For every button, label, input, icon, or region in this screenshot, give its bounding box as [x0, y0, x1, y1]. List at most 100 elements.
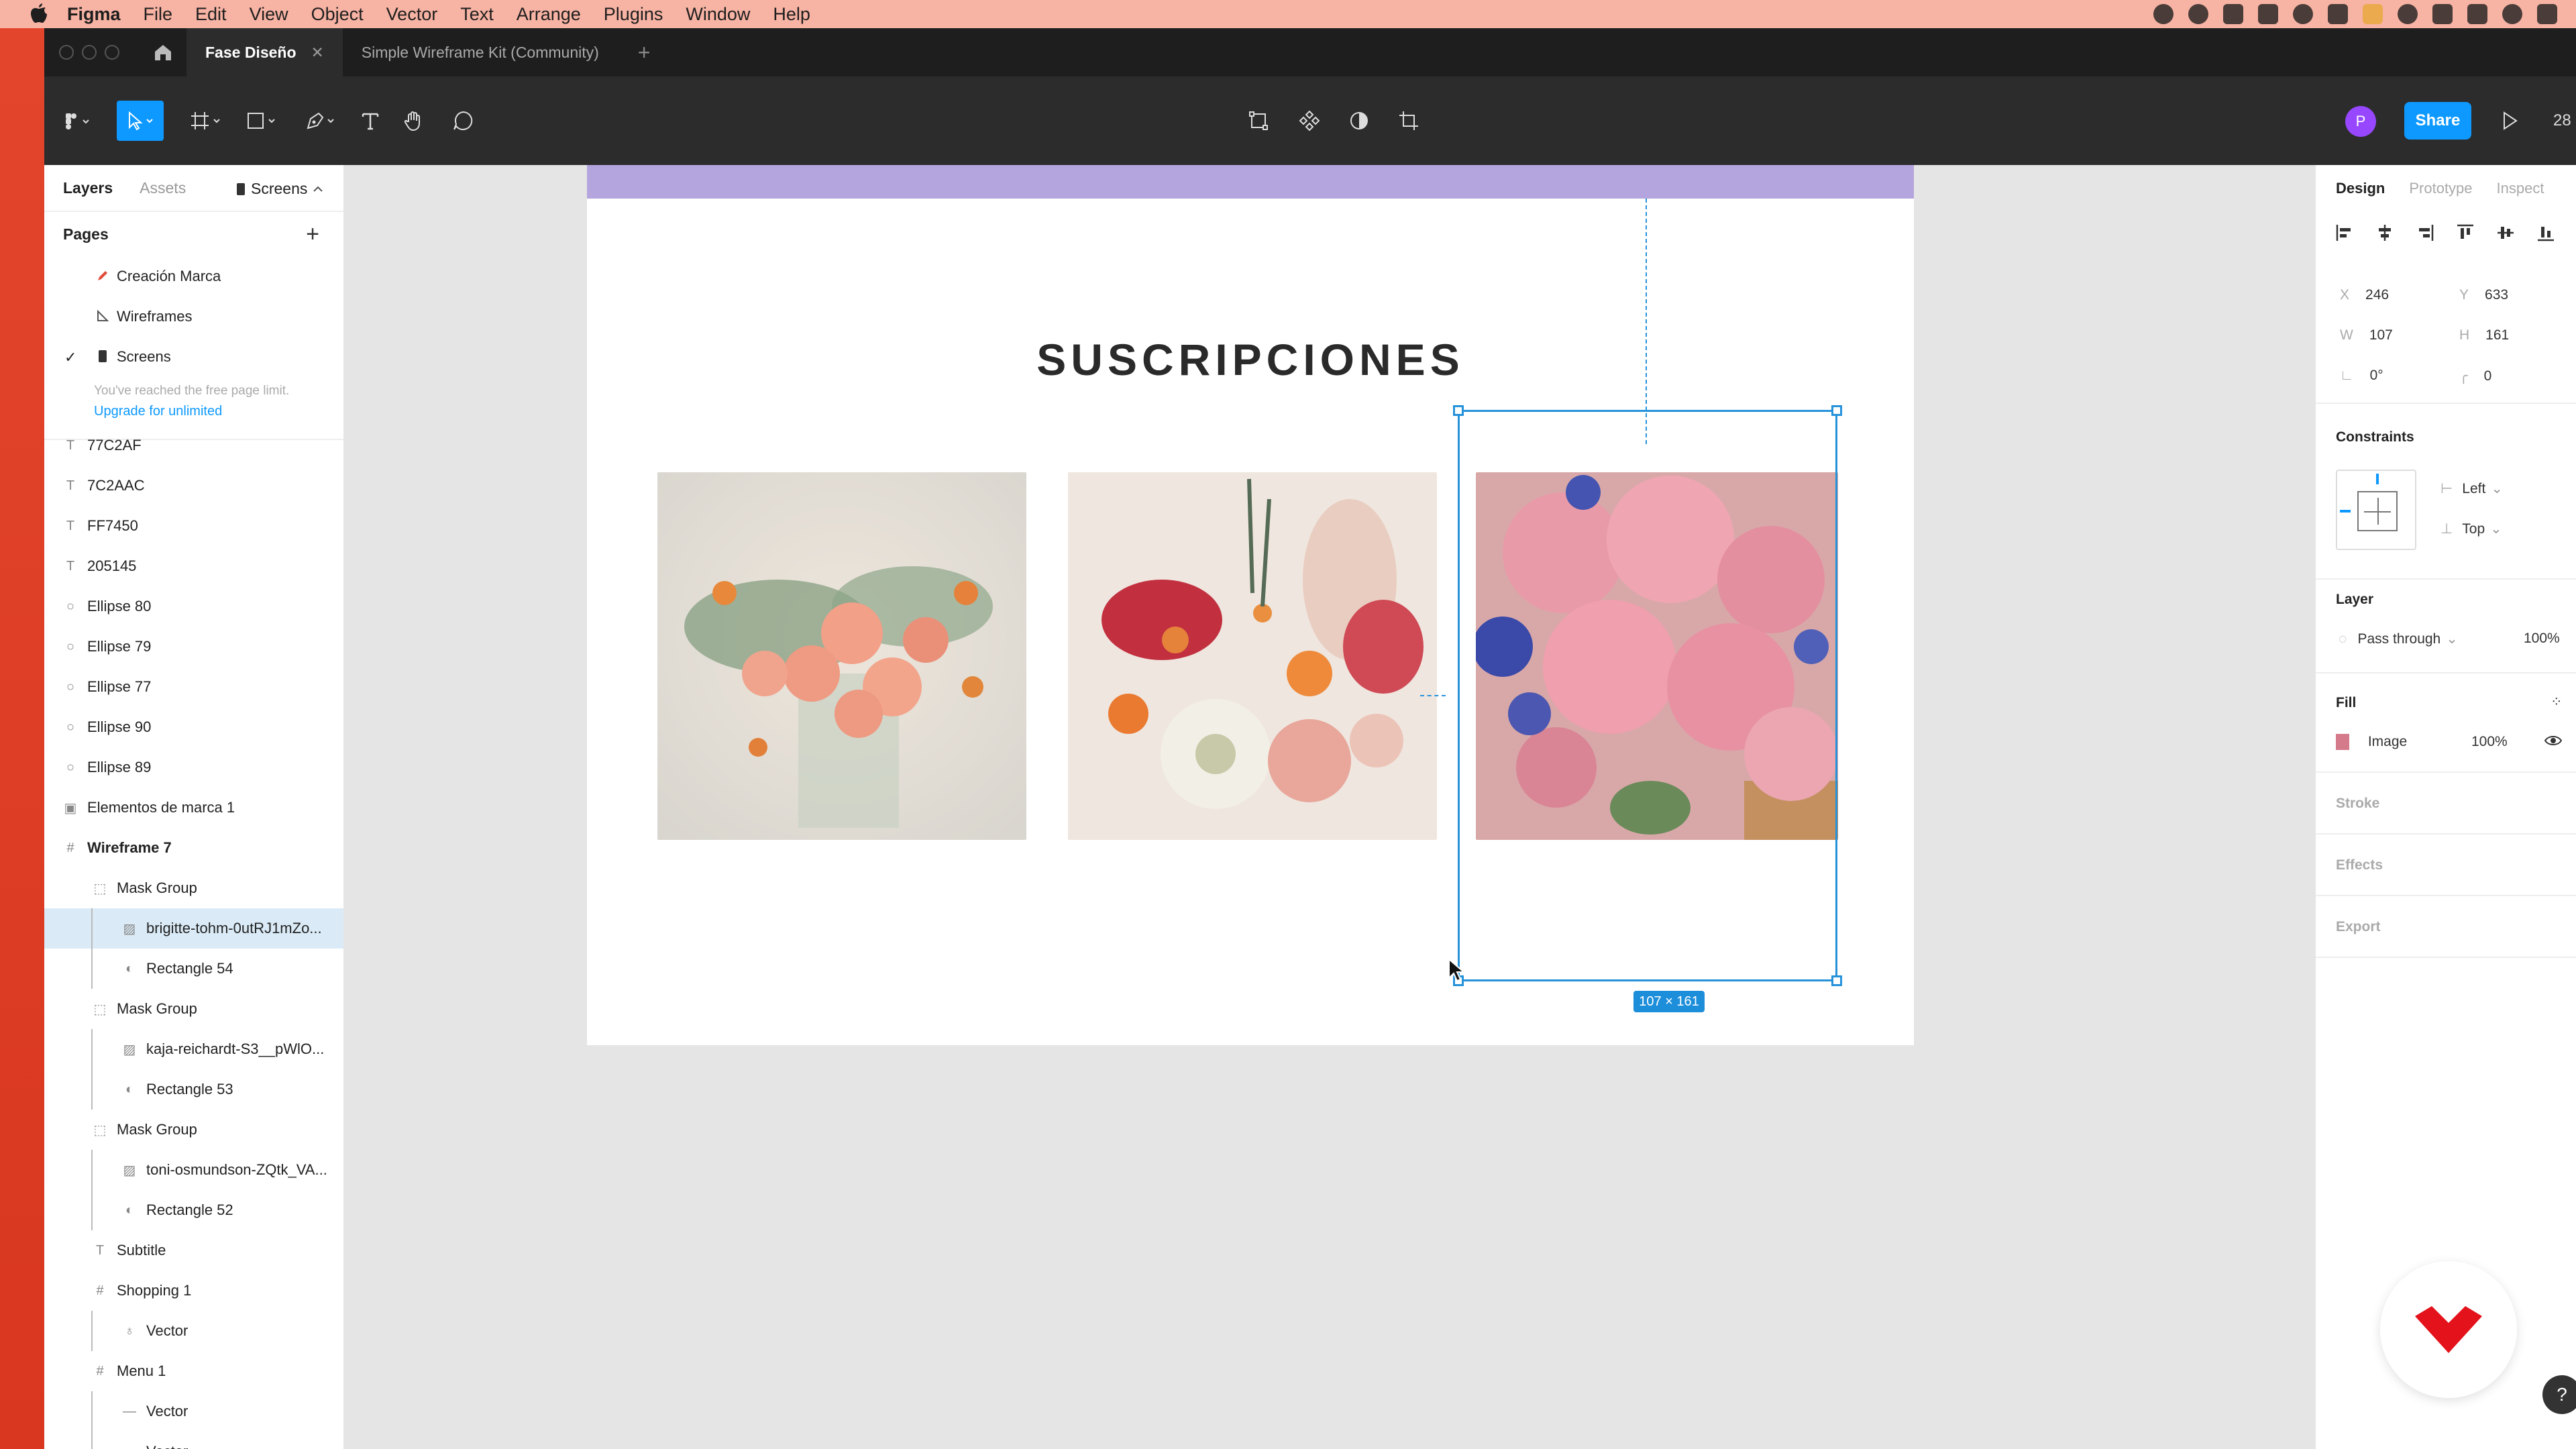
layer-row[interactable]: ○ Ellipse 90 — [44, 707, 343, 747]
layer-row[interactable]: ○ Ellipse 77 — [44, 667, 343, 707]
blend-mode-select[interactable]: ◌ Pass through ⌄ — [2339, 631, 2458, 647]
layer-row[interactable]: T 205145 — [44, 546, 343, 586]
constraint-vertical-select[interactable]: ⊥ Top ⌄ — [2440, 521, 2502, 537]
messaging-icon[interactable] — [2293, 4, 2313, 24]
menu-object[interactable]: Object — [311, 4, 364, 25]
sync-icon[interactable] — [2188, 4, 2208, 24]
menu-help[interactable]: Help — [773, 4, 810, 25]
align-bottom-icon[interactable] — [2534, 221, 2557, 244]
layer-row[interactable]: T Subtitle — [44, 1230, 343, 1271]
tab-design[interactable]: Design — [2336, 180, 2385, 197]
tab-fase-diseno[interactable]: Fase Diseño ✕ — [186, 28, 343, 76]
wireframe-frame[interactable]: SUSCRIPCIONES 107 × 161 — [587, 165, 1914, 1045]
user-avatar[interactable]: P — [2345, 106, 2376, 137]
layer-row[interactable]: ▨ toni-osmundson-ZQtk_VA... — [44, 1150, 343, 1190]
canvas[interactable]: SUSCRIPCIONES 107 × 161 — [345, 165, 2314, 1449]
layer-row[interactable]: ⬚ Mask Group — [44, 989, 343, 1029]
wifi-icon[interactable] — [2398, 4, 2418, 24]
layer-row[interactable]: ⬚ Mask Group — [44, 1110, 343, 1150]
layer-row[interactable]: ◐ Rectangle 54 — [44, 949, 343, 989]
new-tab-button[interactable]: + — [638, 40, 651, 65]
resize-handle-top-left[interactable] — [1453, 405, 1464, 416]
flower-photo-2[interactable] — [1068, 472, 1437, 840]
page-selector[interactable]: Screens — [236, 180, 323, 198]
menu-arrange[interactable]: Arrange — [517, 4, 581, 25]
rotation-field[interactable]: ∟ 0° — [2340, 368, 2383, 384]
zoom-level[interactable]: 28 — [2553, 111, 2571, 130]
layer-row[interactable]: ▨ kaja-reichardt-S3__pWlO... — [44, 1029, 343, 1069]
flower-photo-1[interactable] — [657, 472, 1026, 840]
layer-row[interactable]: ○ Ellipse 79 — [44, 627, 343, 667]
zoom-window-button[interactable] — [105, 45, 119, 60]
width-field[interactable]: W 107 — [2340, 327, 2393, 343]
volume-icon[interactable] — [2467, 4, 2487, 24]
layer-row[interactable]: ◐ Rectangle 52 — [44, 1190, 343, 1230]
layer-row[interactable]: ◐ Rectangle 53 — [44, 1069, 343, 1110]
image-fill-swatch[interactable] — [2336, 734, 2349, 751]
pen-tool-icon[interactable] — [299, 101, 342, 141]
menu-plugins[interactable]: Plugins — [604, 4, 663, 25]
layer-row[interactable]: ○ Ellipse 89 — [44, 747, 343, 788]
layer-opacity-field[interactable]: 100% — [2524, 631, 2560, 647]
tab-assets[interactable]: Assets — [140, 179, 186, 197]
align-horizontal-center-icon[interactable] — [2373, 221, 2396, 244]
add-page-icon[interactable]: + — [306, 221, 319, 248]
figma-menu-icon[interactable] — [59, 101, 97, 141]
mask-icon[interactable] — [1343, 101, 1375, 141]
effects-heading[interactable]: Effects — [2336, 857, 2383, 873]
corner-radius-field[interactable]: ╭ 0 — [2459, 368, 2491, 384]
resize-handle-bottom-right[interactable] — [1831, 975, 1842, 986]
x-field[interactable]: X 246 — [2340, 287, 2389, 303]
height-field[interactable]: H 161 — [2459, 327, 2509, 343]
align-right-icon[interactable] — [2414, 221, 2436, 244]
resize-handle-top-right[interactable] — [1831, 405, 1842, 416]
layer-row[interactable]: # Menu 1 — [44, 1351, 343, 1391]
layer-row[interactable]: — Vector — [44, 1391, 343, 1432]
menu-app-name[interactable]: Figma — [67, 4, 121, 25]
layer-row[interactable]: T FF7450 — [44, 506, 343, 546]
constraint-top-marker[interactable] — [2376, 474, 2379, 484]
stroke-heading[interactable]: Stroke — [2336, 796, 2379, 812]
constraint-horizontal-select[interactable]: ⊢ Left ⌄ — [2440, 480, 2503, 497]
layer-row[interactable]: T 77C2AF — [44, 425, 343, 466]
eye-icon[interactable] — [2544, 733, 2563, 753]
display-icon[interactable] — [2328, 4, 2348, 24]
flag-icon[interactable] — [2363, 4, 2383, 24]
bluetooth-icon[interactable] — [2432, 4, 2453, 24]
selection-box[interactable] — [1453, 405, 1842, 986]
fill-styles-icon[interactable]: ⁘ — [2551, 694, 2563, 710]
screen-record-icon[interactable] — [2223, 4, 2243, 24]
fill-row[interactable]: Image — [2336, 734, 2407, 751]
present-play-icon[interactable] — [2498, 107, 2521, 138]
creative-cloud-icon[interactable] — [2153, 4, 2174, 24]
section-title[interactable]: SUSCRIPCIONES — [587, 334, 1914, 385]
close-window-button[interactable] — [59, 45, 74, 60]
export-heading[interactable]: Export — [2336, 919, 2381, 935]
layer-row[interactable]: ♁ Vector — [44, 1311, 343, 1351]
align-left-icon[interactable] — [2333, 221, 2356, 244]
menu-vector[interactable]: Vector — [386, 4, 438, 25]
menu-file[interactable]: File — [144, 4, 173, 25]
layer-row[interactable]: ○ Ellipse 80 — [44, 586, 343, 627]
close-tab-icon[interactable]: ✕ — [311, 44, 324, 62]
align-top-icon[interactable] — [2454, 221, 2477, 244]
constraint-left-marker[interactable] — [2340, 510, 2351, 513]
minimize-window-button[interactable] — [82, 45, 97, 60]
control-center-icon[interactable] — [2537, 4, 2557, 24]
tab-prototype[interactable]: Prototype — [2409, 180, 2472, 197]
move-tool-icon[interactable] — [117, 101, 164, 141]
fill-opacity-field[interactable]: 100% — [2471, 734, 2508, 750]
y-field[interactable]: Y 633 — [2459, 287, 2508, 303]
hand-tool-icon[interactable] — [398, 101, 431, 141]
tab-layers[interactable]: Layers — [63, 179, 113, 197]
component-icon[interactable] — [1293, 101, 1326, 141]
layer-row[interactable]: ⬚ Mask Group — [44, 868, 343, 908]
page-item-screens[interactable]: ✓ Screens — [44, 337, 343, 377]
layer-row[interactable]: ▨ brigitte-tohm-0utRJ1mZo... — [44, 908, 343, 949]
frame-tool-icon[interactable] — [184, 101, 227, 141]
share-button[interactable]: Share — [2404, 102, 2471, 140]
layer-row[interactable]: # Shopping 1 — [44, 1271, 343, 1311]
tab-inspect[interactable]: Inspect — [2497, 180, 2544, 197]
layer-row[interactable]: ▣ Elementos de marca 1 — [44, 788, 343, 828]
vpn-icon[interactable] — [2258, 4, 2278, 24]
